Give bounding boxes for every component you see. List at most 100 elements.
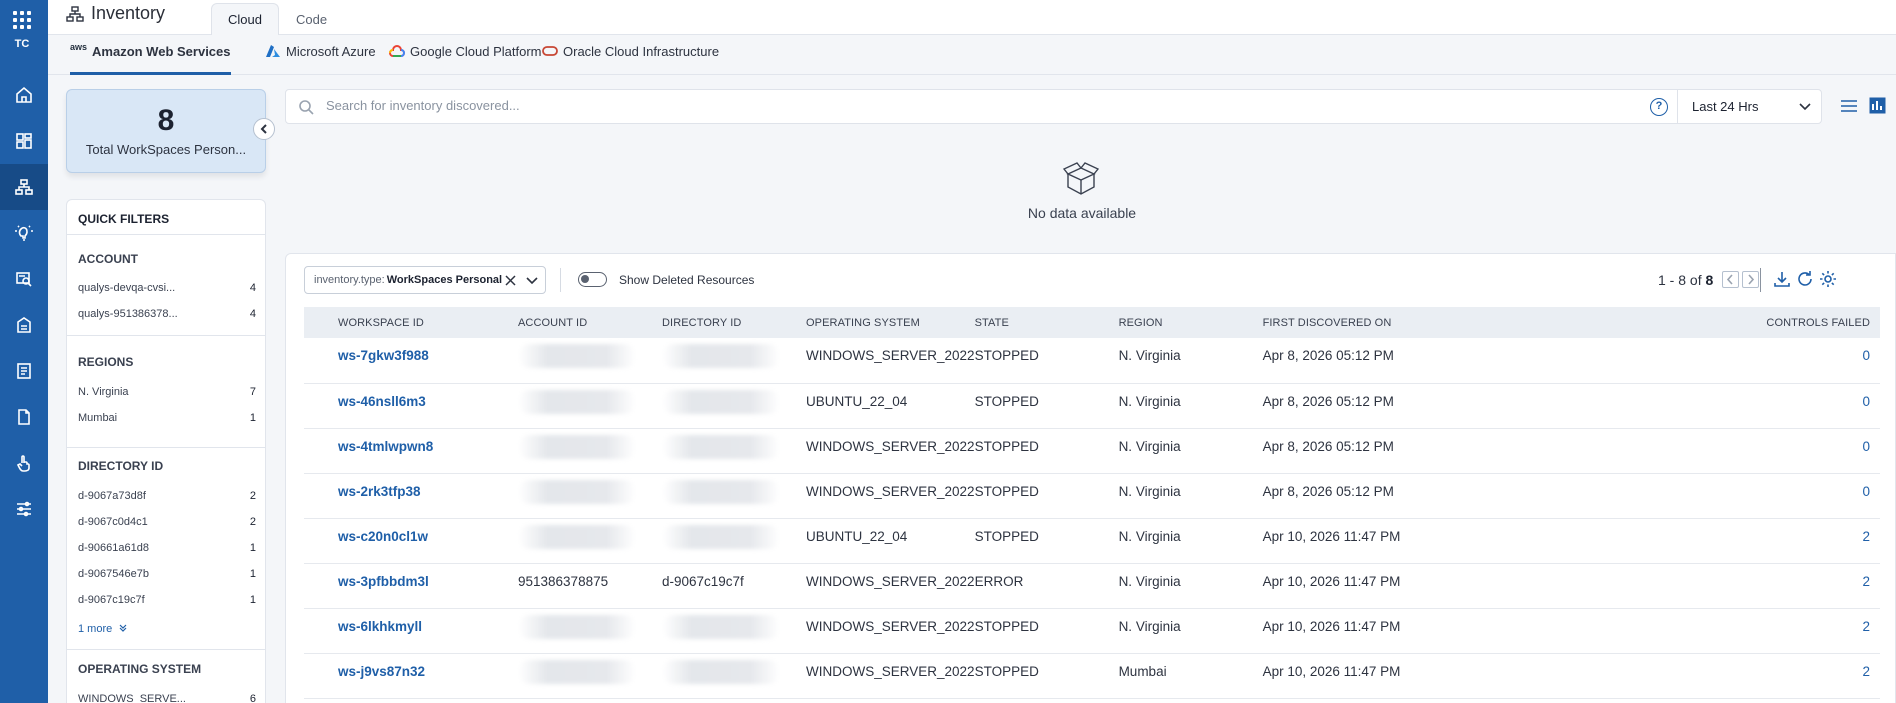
filter-item-count: 2 bbox=[249, 516, 256, 528]
controls-failed-link[interactable]: 2 bbox=[1442, 563, 1880, 609]
download-icon[interactable] bbox=[1772, 269, 1792, 289]
redacted-value bbox=[662, 524, 780, 549]
redacted-value bbox=[662, 344, 780, 368]
filter-item-label: d-90661a61d8 bbox=[78, 542, 149, 554]
refresh-icon[interactable] bbox=[1795, 269, 1815, 289]
filter-item[interactable]: Mumbai 1 bbox=[78, 412, 256, 424]
divider bbox=[560, 268, 561, 292]
workspace-id-link[interactable]: ws-j9vs87n32 bbox=[304, 653, 518, 699]
controls-failed-link[interactable]: 2 bbox=[1442, 608, 1880, 654]
divider bbox=[1760, 268, 1761, 292]
scan-search-icon[interactable] bbox=[0, 256, 48, 302]
filter-item[interactable]: d-9067546e7b 1 bbox=[78, 568, 256, 580]
gear-icon[interactable] bbox=[1818, 269, 1838, 289]
filter-item-count: 4 bbox=[249, 282, 256, 294]
help-icon[interactable]: ? bbox=[1650, 98, 1668, 116]
collapse-panel-button[interactable] bbox=[253, 118, 275, 140]
table-row[interactable]: ws-3pfbbdm3l 951386378875 d-9067c19c7f W… bbox=[304, 563, 1880, 609]
touch-hand-icon[interactable] bbox=[0, 440, 48, 486]
compliance-icon[interactable] bbox=[0, 302, 48, 348]
workspace-id-link[interactable]: ws-3pfbbdm3l bbox=[304, 563, 518, 609]
controls-failed-link[interactable]: 0 bbox=[1442, 338, 1880, 384]
show-deleted-toggle[interactable] bbox=[578, 272, 607, 287]
provider-tab-aws[interactable]: aws Amazon Web Services bbox=[70, 43, 231, 75]
os-cell: UBUNTU_22_04 bbox=[806, 518, 975, 564]
discovered-cell: Apr 8, 2026 05:12 PM bbox=[1262, 473, 1443, 519]
filter-item[interactable]: N. Virginia 7 bbox=[78, 386, 256, 398]
prev-page-button[interactable] bbox=[1722, 271, 1739, 288]
inventory-icon[interactable] bbox=[0, 164, 48, 210]
filter-item[interactable]: d-9067c0d4c1 2 bbox=[78, 516, 256, 528]
controls-failed-link[interactable]: 0 bbox=[1442, 383, 1880, 429]
column-header-directory-id[interactable]: DIRECTORY ID bbox=[662, 307, 806, 338]
workspace-id-link[interactable]: ws-6lkhkmyll bbox=[304, 608, 518, 654]
column-header-account-id[interactable]: ACCOUNT ID bbox=[518, 307, 662, 338]
controls-failed-link[interactable]: 0 bbox=[1442, 428, 1880, 474]
filter-item[interactable]: d-90661a61d8 1 bbox=[78, 542, 256, 554]
document-icon[interactable] bbox=[0, 394, 48, 440]
redacted-value bbox=[662, 434, 780, 459]
column-header-first-discovered[interactable]: FIRST DISCOVERED ON bbox=[1262, 307, 1443, 338]
column-header-controls-failed[interactable]: CONTROLS FAILED bbox=[1442, 307, 1880, 338]
table-row[interactable]: ws-j9vs87n32 WINDOWS_SERVER_2022 STOPPED… bbox=[304, 653, 1880, 699]
provider-tab-oracle[interactable]: Oracle Cloud Infrastructure bbox=[542, 44, 719, 75]
controls-failed-link[interactable]: 2 bbox=[1442, 653, 1880, 699]
chevron-down-icon[interactable] bbox=[526, 276, 538, 286]
close-icon[interactable] bbox=[505, 275, 516, 286]
column-header-region[interactable]: REGION bbox=[1118, 307, 1263, 338]
summary-card[interactable]: 8 Total WorkSpaces Person... bbox=[66, 89, 266, 173]
list-view-icon[interactable] bbox=[1840, 98, 1858, 114]
chevron-down-icon bbox=[1799, 103, 1811, 111]
filter-item[interactable]: d-9067c19c7f 1 bbox=[78, 594, 256, 606]
table-row[interactable]: ws-2rk3tfp38 WINDOWS_SERVER_2022 STOPPED… bbox=[304, 473, 1880, 519]
column-header-operating-system[interactable]: OPERATING SYSTEM bbox=[806, 307, 975, 338]
workspace-id-link[interactable]: ws-46nsll6m3 bbox=[304, 383, 518, 429]
filter-item[interactable]: qualys-951386378... 4 bbox=[78, 308, 256, 320]
quick-filters-panel: QUICK FILTERS ACCOUNT qualys-devqa-cvsi.… bbox=[66, 199, 266, 703]
filter-item[interactable]: qualys-devqa-cvsi... 4 bbox=[78, 282, 256, 294]
chevron-left-icon bbox=[1726, 274, 1733, 285]
table-row[interactable]: ws-46nsll6m3 UBUNTU_22_04 STOPPED N. Vir… bbox=[304, 383, 1880, 429]
controls-failed-link[interactable]: 0 bbox=[1442, 473, 1880, 519]
chevron-right-icon bbox=[1748, 274, 1755, 285]
show-more-link[interactable]: 1 more bbox=[78, 623, 128, 635]
provider-tab-gcp[interactable]: Google Cloud Platform bbox=[389, 44, 542, 75]
workspace-id-link[interactable]: ws-4tmlwpwn8 bbox=[304, 428, 518, 474]
settings-sliders-icon[interactable] bbox=[0, 486, 48, 532]
brand-label: TC bbox=[14, 38, 30, 50]
workspace-id-link[interactable]: ws-7gkw3f988 bbox=[304, 338, 518, 384]
chart-view-icon[interactable] bbox=[1869, 97, 1886, 114]
table-row[interactable]: ws-4tmlwpwn8 WINDOWS_SERVER_2022 STOPPED… bbox=[304, 428, 1880, 474]
tab-cloud[interactable]: Cloud bbox=[211, 3, 279, 35]
state-cell: STOPPED bbox=[974, 518, 1119, 564]
filter-item[interactable]: d-9067a73d8f 2 bbox=[78, 490, 256, 502]
os-cell: WINDOWS_SERVER_2022 bbox=[806, 338, 975, 384]
provider-tab-azure[interactable]: Microsoft Azure bbox=[265, 44, 376, 75]
directory-id-cell bbox=[662, 338, 806, 384]
insights-bulb-icon[interactable] bbox=[0, 210, 48, 256]
region-cell: N. Virginia bbox=[1118, 563, 1263, 609]
home-icon[interactable] bbox=[0, 72, 48, 118]
app-launcher-icon[interactable] bbox=[13, 11, 31, 29]
dashboard-icon[interactable] bbox=[0, 118, 48, 164]
filter-chip[interactable]: inventory.type: WorkSpaces Personal bbox=[304, 266, 546, 294]
os-cell: WINDOWS_SERVER_2022 bbox=[806, 563, 975, 609]
table-row[interactable]: ws-6lkhkmyll WINDOWS_SERVER_2022 STOPPED… bbox=[304, 608, 1880, 654]
controls-failed-link[interactable]: 2 bbox=[1442, 518, 1880, 564]
redacted-value bbox=[518, 344, 636, 368]
nav-rail: TC bbox=[0, 0, 48, 703]
search-input[interactable] bbox=[326, 98, 1626, 113]
filter-item[interactable]: WINDOWS_SERVE... 6 bbox=[78, 693, 256, 703]
time-range-select[interactable]: Last 24 Hrs bbox=[1677, 89, 1822, 124]
next-page-button[interactable] bbox=[1742, 271, 1759, 288]
table-row[interactable]: ws-7gkw3f988 WINDOWS_SERVER_2022 STOPPED… bbox=[304, 338, 1880, 384]
workspace-id-link[interactable]: ws-2rk3tfp38 bbox=[304, 473, 518, 519]
reports-icon[interactable] bbox=[0, 348, 48, 394]
workspace-id-link[interactable]: ws-c20n0cl1w bbox=[304, 518, 518, 564]
filter-item-count: 1 bbox=[249, 412, 256, 424]
filter-section-os: OPERATING SYSTEM bbox=[78, 662, 202, 676]
column-header-state[interactable]: STATE bbox=[974, 307, 1119, 338]
table-row[interactable]: ws-c20n0cl1w UBUNTU_22_04 STOPPED N. Vir… bbox=[304, 518, 1880, 564]
column-header-workspace-id[interactable]: WORKSPACE ID bbox=[304, 307, 518, 338]
tab-code[interactable]: Code bbox=[279, 3, 344, 35]
